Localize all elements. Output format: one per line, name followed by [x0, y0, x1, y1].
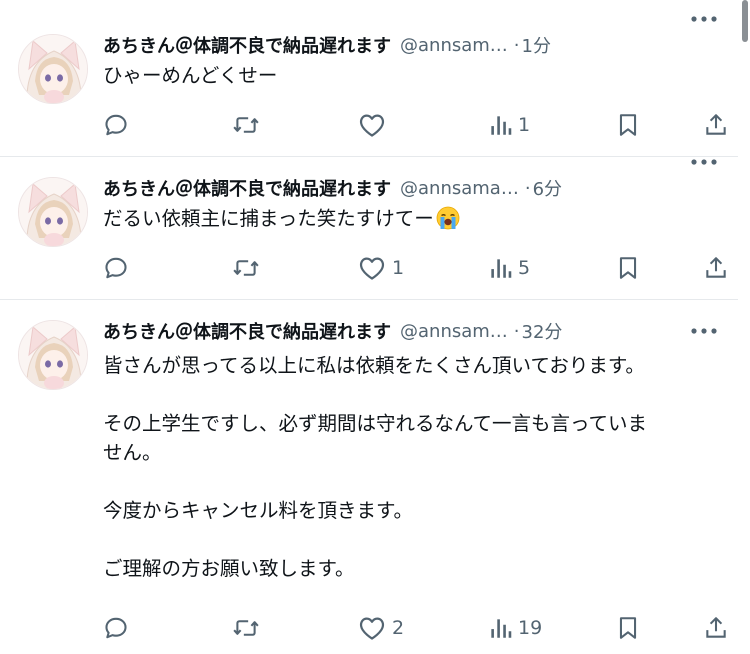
- avatar-image: [19, 321, 87, 389]
- separator-dot: ·: [513, 34, 520, 56]
- retweet-button[interactable]: [232, 105, 266, 145]
- tweet-text-line: せん。: [103, 441, 162, 464]
- user-handle[interactable]: @annsama…: [400, 178, 519, 199]
- tweet-text-line: 皆さんが思ってる以上に私は依頼をたくさん頂いております。: [103, 354, 645, 377]
- heart-icon: [359, 257, 385, 280]
- display-name[interactable]: あちきん＠体調不良で納品遅れます: [103, 318, 391, 344]
- timestamp[interactable]: 32分: [522, 318, 563, 344]
- scrollbar[interactable]: [742, 0, 748, 42]
- timestamp[interactable]: 1分: [522, 32, 551, 58]
- views-count: 19: [518, 617, 543, 639]
- tweet-text-line: その上学生ですし、必ず期間は守れるなんて一言も言っていま: [103, 412, 648, 435]
- like-count: 2: [392, 617, 405, 639]
- tweet[interactable]: あちきん＠体調不良で納品遅れます @annsam… · 1分 ひゃーめんどくせー: [0, 0, 738, 157]
- like-button[interactable]: 2: [358, 608, 404, 648]
- views-button[interactable]: 1: [488, 105, 530, 145]
- user-handle[interactable]: @annsam…: [400, 321, 508, 342]
- share-button[interactable]: [704, 608, 728, 648]
- bookmark-button[interactable]: [616, 248, 640, 288]
- share-button[interactable]: [704, 248, 728, 288]
- more-button[interactable]: [688, 3, 720, 35]
- display-name[interactable]: あちきん＠体調不良で納品遅れます: [103, 175, 391, 201]
- views-icon: [491, 619, 512, 638]
- tweet-text-line: だるい依頼主に捕まった笑たすけてー: [103, 205, 733, 237]
- reply-button[interactable]: [103, 608, 135, 648]
- retweet-button[interactable]: [232, 608, 266, 648]
- tweet-text: 皆さんが思ってる以上に私は依頼をたくさん頂いております。 その上学生ですし、必ず…: [103, 351, 733, 583]
- tweet-text: ひゃーめんどくせー: [103, 62, 733, 89]
- share-icon: [706, 257, 726, 278]
- bookmark-button[interactable]: [616, 105, 640, 145]
- views-icon: [491, 259, 512, 278]
- more-icon: [691, 159, 717, 165]
- reply-icon: [105, 114, 127, 136]
- tweet-header: あちきん＠体調不良で納品遅れます @annsama… · 6分: [103, 171, 738, 205]
- more-icon: [691, 328, 717, 334]
- retweet-icon: [233, 117, 259, 133]
- views-icon: [491, 116, 512, 135]
- avatar-image: [19, 35, 87, 103]
- avatar[interactable]: [18, 320, 88, 390]
- tweet[interactable]: あちきん＠体調不良で納品遅れます @annsam… · 32分 皆さんが思ってる…: [0, 300, 738, 654]
- retweet-icon: [233, 260, 259, 276]
- reply-icon: [105, 257, 127, 279]
- avatar[interactable]: [18, 34, 88, 104]
- separator-dot: ·: [524, 177, 531, 199]
- tweet-actions: 1: [0, 105, 738, 145]
- bookmark-icon: [619, 617, 637, 639]
- like-button[interactable]: 1: [358, 248, 404, 288]
- retweet-button[interactable]: [232, 248, 266, 288]
- avatar[interactable]: [18, 177, 88, 247]
- like-count: 1: [392, 257, 405, 279]
- bookmark-button[interactable]: [616, 608, 640, 648]
- bookmark-icon: [619, 257, 637, 279]
- loudly-crying-face-icon: [436, 206, 460, 237]
- views-button[interactable]: 19: [488, 608, 542, 648]
- views-count: 5: [518, 257, 531, 279]
- tweet-text-line: 今度からキャンセル料を頂きます。: [103, 499, 414, 522]
- tweet-text-content: だるい依頼主に捕まった笑たすけてー: [103, 207, 434, 230]
- reply-icon: [105, 617, 127, 639]
- tweet-text-line: ご理解の方お願い致します。: [103, 557, 355, 580]
- reply-button[interactable]: [103, 105, 135, 145]
- more-icon: [691, 16, 717, 22]
- tweet-header: あちきん＠体調不良で納品遅れます @annsam… · 32分: [103, 314, 738, 348]
- bookmark-icon: [619, 114, 637, 136]
- reply-button[interactable]: [103, 248, 135, 288]
- share-icon: [706, 617, 726, 638]
- share-button[interactable]: [704, 105, 728, 145]
- views-button[interactable]: 5: [488, 248, 530, 288]
- timestamp[interactable]: 6分: [533, 175, 562, 201]
- tweet-text: だるい依頼主に捕まった笑たすけてー: [103, 205, 733, 237]
- tweet-text-line: ひゃーめんどくせー: [103, 64, 278, 87]
- heart-icon: [359, 114, 385, 137]
- avatar-image: [19, 178, 87, 246]
- separator-dot: ·: [513, 320, 520, 342]
- tweet-actions: 2 19: [0, 608, 738, 648]
- more-button[interactable]: [688, 315, 720, 347]
- share-icon: [706, 114, 726, 135]
- tweet-header: あちきん＠体調不良で納品遅れます @annsam… · 1分: [103, 28, 738, 62]
- user-handle[interactable]: @annsam…: [400, 35, 508, 56]
- heart-icon: [359, 617, 385, 640]
- tweet-actions: 1 5: [0, 248, 738, 288]
- views-count: 1: [518, 114, 531, 136]
- retweet-icon: [233, 620, 259, 636]
- like-button[interactable]: [358, 105, 392, 145]
- display-name[interactable]: あちきん＠体調不良で納品遅れます: [103, 32, 391, 58]
- tweet[interactable]: あちきん＠体調不良で納品遅れます @annsama… · 6分 だるい依頼主に捕…: [0, 157, 738, 300]
- more-button[interactable]: [688, 157, 720, 178]
